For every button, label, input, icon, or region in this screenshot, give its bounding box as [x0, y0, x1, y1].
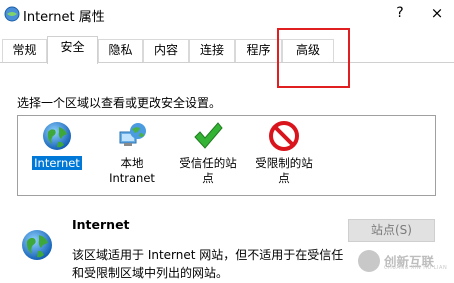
zone-detail-title: Internet: [72, 217, 130, 232]
sites-button[interactable]: 站点(S): [348, 219, 435, 242]
title-bar: Internet 属性 ? ×: [0, 0, 454, 30]
zone-list: Internet 本地 Intranet 受信任的站 点 受限制的站 点: [17, 115, 436, 196]
zone-detail-description-line-1: 该区域适用于 Internet 网站，但不适用于在受信任: [72, 248, 344, 262]
zone-local-intranet-label-2: Intranet: [109, 171, 155, 185]
zone-instruction: 选择一个区域以查看或更改安全设置。: [17, 96, 222, 110]
watermark-logo-icon: [358, 250, 380, 272]
tab-general[interactable]: 常规: [2, 39, 47, 62]
zone-trusted-sites-label-2: 点: [202, 171, 214, 185]
zone-internet[interactable]: Internet: [30, 120, 84, 171]
zone-restricted-sites[interactable]: 受限制的站 点: [250, 120, 318, 186]
tab-advanced[interactable]: 高级: [282, 39, 334, 62]
window-title: Internet 属性: [23, 10, 105, 25]
restricted-icon: [269, 121, 299, 151]
watermark-subtext: CHUANG XIN HU LIAN: [384, 265, 448, 271]
tab-connections[interactable]: 连接: [189, 39, 235, 62]
tab-strip: 常规 安全 隐私 内容 连接 程序 高级: [0, 36, 454, 64]
zone-local-intranet[interactable]: 本地 Intranet: [100, 120, 164, 186]
zone-trusted-sites-label-1: 受信任的站: [179, 156, 237, 170]
tab-programs[interactable]: 程序: [235, 39, 282, 62]
zone-restricted-sites-label-2: 点: [278, 171, 290, 185]
zone-restricted-sites-label-1: 受限制的站: [255, 156, 313, 170]
tab-security[interactable]: 安全: [47, 36, 98, 64]
zone-detail-description: 该区域适用于 Internet 网站，但不适用于在受信任 和受限制区域中列出的网…: [72, 246, 372, 282]
help-button[interactable]: ?: [380, 0, 420, 28]
watermark: 创新互联 CHUANG XIN HU LIAN: [358, 250, 454, 274]
globe-icon: [22, 230, 52, 260]
zone-internet-label: Internet: [32, 156, 82, 170]
zone-trusted-sites[interactable]: 受信任的站 点: [174, 120, 242, 186]
tab-content[interactable]: 内容: [143, 39, 189, 62]
checkmark-icon: [194, 122, 223, 149]
local-intranet-icon: [119, 123, 146, 146]
zone-local-intranet-label-1: 本地: [120, 156, 144, 170]
close-button[interactable]: ×: [420, 0, 454, 28]
zone-detail-description-line-2: 和受限制区域中列出的网站。: [72, 266, 229, 280]
globe-icon: [43, 122, 71, 150]
tab-privacy[interactable]: 隐私: [98, 39, 143, 62]
internet-explorer-icon: [4, 6, 20, 22]
